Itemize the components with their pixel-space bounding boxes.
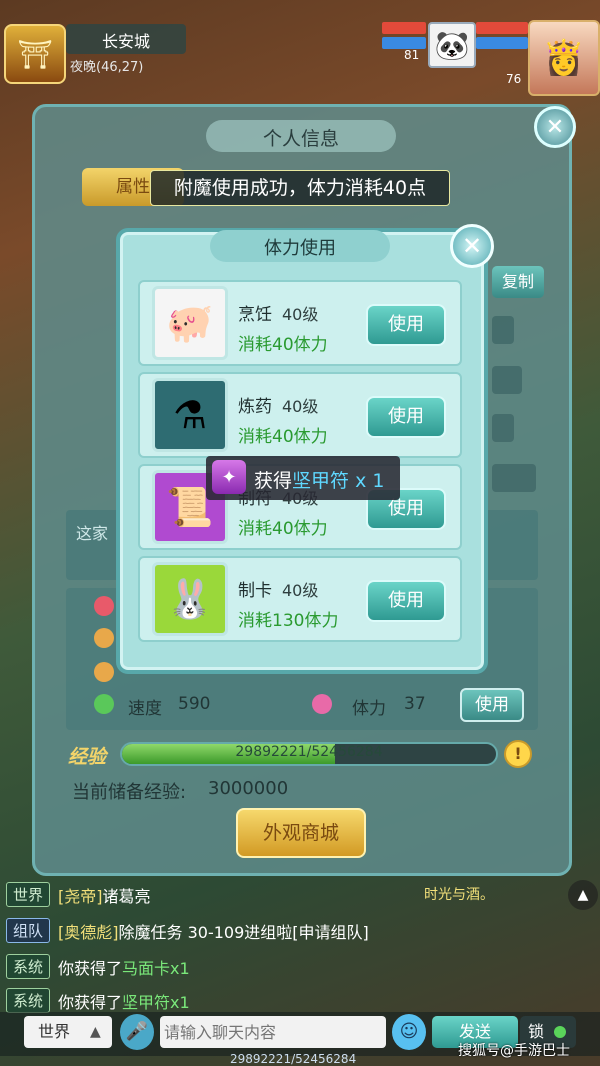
cooking-use-button[interactable]: 使用	[366, 304, 446, 346]
skill-level: 40级	[282, 305, 319, 324]
toast-message: 附魔使用成功，体力消耗40点	[150, 170, 450, 206]
city-name: 长安城	[101, 32, 150, 51]
skill-cost: 消耗40体力	[238, 519, 328, 539]
stored-exp-value: 3000000	[208, 778, 289, 799]
talisman-item-icon: ✦	[212, 460, 246, 494]
hero-avatar[interactable]: 👸	[528, 20, 600, 96]
gain-prefix: 获得	[254, 470, 293, 492]
city-icon[interactable]: ⛩	[4, 24, 66, 84]
chat-channel[interactable]: 系统	[6, 988, 51, 1013]
skill-name: 制卡	[238, 581, 272, 601]
heart-icon	[94, 596, 114, 616]
chevron-up-icon[interactable]: ▲	[90, 1016, 101, 1048]
bottom-exp-text: 29892221/52456284	[230, 1052, 357, 1066]
pet-avatar-panda-icon[interactable]: 🐼	[428, 22, 476, 68]
defense-icon	[94, 662, 114, 682]
stored-exp-label: 当前储备经验:	[72, 782, 187, 803]
chat-item[interactable]: 马面卡x1	[122, 955, 190, 979]
watermark: 搜狐号@手游巴士	[458, 1043, 570, 1059]
pet-status-bars	[382, 22, 426, 50]
info-field	[492, 316, 514, 344]
rabbit-card-icon: 🐰	[152, 562, 228, 636]
skill-level: 40级	[282, 581, 319, 600]
skill-cost: 消耗40体力	[238, 427, 328, 447]
speed-value: 590	[178, 694, 211, 714]
gain-item-name: 坚甲符	[292, 470, 350, 492]
personal-info-title: 个人信息	[262, 128, 339, 150]
attack-icon	[94, 628, 114, 648]
stamina-label: 体力	[352, 699, 386, 719]
copy-button[interactable]: 复制	[492, 266, 544, 298]
skill-level: 40级	[282, 397, 319, 416]
stamina-modal-title: 体力使用	[264, 238, 336, 259]
microphone-icon[interactable]: 🎤	[120, 1014, 154, 1050]
exp-text: 29892221/52456284	[235, 744, 383, 760]
chat-input[interactable]	[160, 1016, 386, 1048]
card-use-button[interactable]: 使用	[366, 580, 446, 622]
chat-sender[interactable]: [尧帝]	[58, 883, 103, 907]
personal-info-close-icon[interactable]: ✕	[534, 106, 576, 148]
skill-cost: 消耗130体力	[238, 611, 339, 631]
lock-status-dot	[554, 1026, 566, 1038]
chat-text: 你获得了	[58, 958, 123, 978]
speed-label: 速度	[128, 699, 162, 719]
city-time: 夜晚(46,27)	[70, 60, 144, 75]
skill-row-header: 炼药 40级	[238, 392, 318, 417]
chat-item[interactable]: 坚甲符x1	[122, 989, 190, 1013]
exp-info-icon[interactable]: !	[504, 740, 532, 768]
hero-level: 76	[506, 72, 522, 86]
chat-channel[interactable]: 系统	[6, 954, 51, 979]
chat-line: 世界 [尧帝] 诸葛亮	[6, 882, 151, 907]
emoji-icon[interactable]: ☺	[392, 1014, 426, 1050]
chat-line: 系统 你获得了 坚甲符x1	[6, 988, 190, 1013]
potion-gourd-icon: ⚗	[152, 378, 228, 452]
chat-text: 你获得了	[58, 992, 123, 1012]
edit-name-icon[interactable]	[492, 366, 522, 394]
chevron-up-icon[interactable]: ▲	[568, 880, 598, 910]
family-label: 这家	[76, 524, 109, 543]
gain-item-count: x 1	[355, 470, 385, 492]
stamina-use-button[interactable]: 使用	[460, 688, 524, 722]
skill-row-header: 烹饪 40级	[238, 300, 318, 325]
alchemy-use-button[interactable]: 使用	[366, 396, 446, 438]
stamina-value: 37	[404, 694, 426, 714]
info-field	[492, 414, 514, 442]
chat-right-note: 时光与酒。	[424, 887, 494, 903]
pet-level: 81	[404, 48, 420, 62]
item-gain-text: 获得坚甲符 x 1	[254, 466, 384, 493]
chat-text: 除魔任务 30-109进组啦[申请组队]	[118, 922, 369, 942]
chat-line: 组队 [奥德彪] 除魔任务 30-109进组啦[申请组队]	[6, 918, 369, 943]
chat-text: 诸葛亮	[102, 886, 151, 906]
stamina-modal-close-icon[interactable]: ✕	[450, 224, 494, 268]
speed-icon	[94, 694, 114, 714]
skill-name: 烹饪	[238, 305, 272, 325]
stamina-icon	[312, 694, 332, 714]
skill-row-header: 制卡 40级	[238, 576, 318, 601]
exp-label: 经验	[68, 746, 107, 768]
appearance-shop-button[interactable]: 外观商城	[236, 808, 366, 858]
skill-cost: 消耗40体力	[238, 335, 328, 355]
info-field	[492, 464, 536, 492]
chat-line: 系统 你获得了 马面卡x1	[6, 954, 190, 979]
skill-name: 炼药	[238, 397, 272, 417]
hero-status-bars	[476, 22, 528, 50]
chat-channel[interactable]: 组队	[6, 918, 51, 943]
chat-channel[interactable]: 世界	[6, 882, 51, 907]
roast-pig-icon: 🐖	[152, 286, 228, 360]
chat-sender[interactable]: [奥德彪]	[58, 919, 119, 943]
